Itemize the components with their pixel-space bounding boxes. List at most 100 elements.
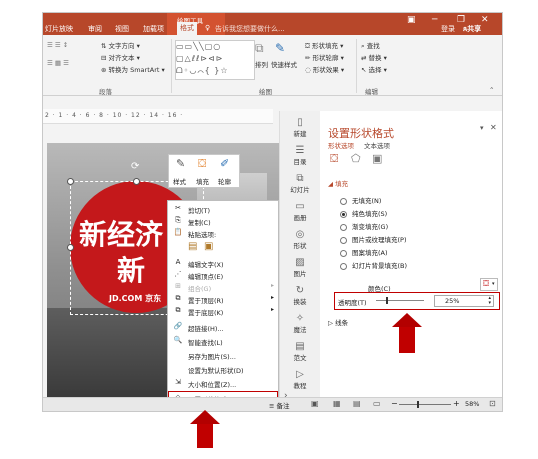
login-link[interactable]: 登录: [441, 24, 455, 34]
menu-item-edit-points[interactable]: ⋰ 编辑顶点(E): [168, 269, 278, 281]
line-section-header[interactable]: ▷ 线条: [328, 317, 348, 327]
notes-icon: ≡: [269, 402, 277, 410]
shape-fill-button[interactable]: ⛋ 形状填充 ▾: [305, 40, 343, 51]
shapes-gallery[interactable]: ▭▭╲╲▢○ ▢△ℓℓ⊳⊲⊳ ᗝ◦◡⌒{ }☆: [175, 40, 255, 80]
tab-format[interactable]: 格式: [177, 22, 197, 36]
group-drawing-label: 绘图: [259, 88, 272, 96]
reading-view-icon[interactable]: ▤: [353, 399, 361, 408]
menu-item-send-to-back[interactable]: ⧉ 置于底层(K) ▸: [168, 305, 278, 317]
paste-picture-icon[interactable]: ▣: [204, 241, 213, 252]
nav-tutorial[interactable]: ▷ 教程: [280, 369, 320, 390]
nav-slides[interactable]: ⧉ 幻灯片: [280, 173, 320, 194]
sorter-view-icon[interactable]: ▦: [333, 399, 341, 408]
nav-pictures[interactable]: ▨ 图片: [280, 257, 320, 278]
shape-outline-button[interactable]: ✏ 形状轮廓 ▾: [305, 52, 344, 62]
pane-options-icon[interactable]: ▾: [480, 124, 484, 132]
zoom-out-icon[interactable]: −: [391, 399, 398, 408]
submenu-arrow-icon: ▸: [270, 306, 274, 313]
convert-smartart-button[interactable]: ⊛ 转换为 SmartArt ▾: [101, 64, 165, 74]
fill-option-background[interactable]: 幻灯片背景填充(B): [340, 260, 407, 270]
tab-slideshow[interactable]: 灯片放映: [45, 24, 73, 34]
resize-handle[interactable]: [133, 178, 140, 185]
rotate-handle-icon[interactable]: ⟳: [131, 161, 139, 172]
fill-option-gradient[interactable]: 渐变填充(G): [340, 221, 388, 231]
scissors-icon: ✂: [175, 204, 181, 212]
effect-icon: ◌: [305, 66, 313, 74]
paste-keep-icon[interactable]: ▤: [188, 241, 197, 252]
menu-item-bring-to-front[interactable]: ⧉ 置于顶层(R) ▸: [168, 293, 278, 305]
menu-item-copy[interactable]: ⎘ 复制(C): [168, 215, 278, 227]
zoom-in-icon[interactable]: +: [453, 399, 460, 408]
group-icon: ⊞: [175, 282, 181, 290]
tab-addins[interactable]: 加载项: [143, 24, 164, 34]
share-button[interactable]: ጸ共享: [463, 24, 481, 34]
menu-item-edit-text[interactable]: A 编辑文字(X): [168, 257, 278, 269]
tab-view[interactable]: 视图: [115, 24, 129, 34]
shape-effect-button[interactable]: ◌ 形状效果 ▾: [305, 64, 344, 74]
transparency-input[interactable]: 25% ▴ ▾: [434, 295, 494, 307]
spinner-icon[interactable]: ▴ ▾: [488, 296, 491, 306]
nav-shapes[interactable]: ◎ 形状: [280, 229, 320, 250]
tell-me-search[interactable]: 告诉我您想要做什么...: [215, 24, 285, 34]
fit-slide-icon[interactable]: ⊡: [489, 399, 496, 408]
select-button[interactable]: ↖ 选择 ▾: [361, 64, 387, 74]
find-button[interactable]: ⌕ 查找: [361, 40, 380, 51]
menu-item-cut[interactable]: ✂ 剪切(T): [168, 203, 278, 215]
notes-button[interactable]: ≡ 备注: [269, 400, 290, 410]
zoom-level[interactable]: 58%: [465, 400, 479, 408]
normal-view-icon[interactable]: ▣: [311, 399, 319, 408]
menu-item-group[interactable]: ⊞ 组合(G) ▸: [168, 281, 278, 293]
color-picker-button[interactable]: ⛋ ▾: [480, 278, 498, 291]
outline-icon[interactable]: ✐: [220, 157, 229, 170]
fill-option-picture[interactable]: 图片或纹理填充(P): [340, 234, 407, 244]
menu-item-hyperlink[interactable]: 🔗 超链接(H)...: [168, 321, 278, 333]
align-text-button[interactable]: ⊟ 对齐文本 ▾: [101, 52, 140, 62]
menu-item-set-default-shape[interactable]: 设置为默认形状(D): [168, 363, 278, 375]
resize-handle[interactable]: [67, 178, 74, 185]
fill-section-header[interactable]: ◢ 填充: [328, 178, 348, 188]
fill-line-icon[interactable]: ⛋: [330, 152, 338, 166]
fill-option-none[interactable]: 无填充(N): [340, 195, 381, 205]
zoom-slider-thumb[interactable]: [417, 401, 419, 408]
edit-text-icon: A: [175, 258, 181, 266]
close-pane-icon[interactable]: ✕: [490, 123, 497, 132]
menu-item-size-position[interactable]: ⇲ 大小和位置(Z)...: [168, 377, 278, 389]
nav-new[interactable]: ▯ 新建: [280, 117, 320, 138]
minimize-icon[interactable]: ─: [432, 15, 437, 25]
fill-icon[interactable]: ⛋: [198, 157, 206, 171]
transparency-slider-thumb[interactable]: [386, 297, 388, 304]
quick-styles-button[interactable]: 快速样式: [271, 59, 297, 69]
clipboard-icon: 📋: [173, 228, 183, 236]
ribbon-display-icon[interactable]: ▣: [407, 15, 416, 25]
nav-album[interactable]: ▭ 画册: [280, 201, 320, 222]
list-icon[interactable]: ☰ ☰ ↕: [47, 41, 68, 49]
fill-option-solid[interactable]: 纯色填充(S): [340, 208, 387, 218]
collapse-ribbon-icon[interactable]: ⌃: [489, 86, 494, 94]
tab-text-options[interactable]: 文本选项: [364, 140, 390, 150]
nav-magic[interactable]: ✧ 魔法: [280, 313, 320, 334]
text-direction-button[interactable]: ⇅ 文字方向 ▾: [101, 40, 140, 50]
arrange-button[interactable]: 排列: [255, 59, 268, 69]
slideshow-view-icon[interactable]: ▭: [373, 399, 381, 408]
smart-lookup-icon: 🔍: [173, 336, 183, 344]
fill-option-pattern[interactable]: 图案填充(A): [340, 247, 388, 257]
menu-item-smart-lookup[interactable]: 🔍 智能查找(L): [168, 335, 278, 347]
ribbon-separator: [171, 39, 172, 93]
arrow-head-icon: [392, 313, 422, 327]
nav-outfit[interactable]: ↻ 换装: [280, 285, 320, 306]
powerpoint-window: 绘图工具 灯片放映 审阅 视图 加载项 格式 ♀ 告诉我您想要做什么... ▣ …: [42, 12, 503, 412]
nav-templates[interactable]: ▤ 范文: [280, 341, 320, 362]
transparency-slider-track[interactable]: [376, 300, 424, 301]
nav-toc[interactable]: ☰ 目录: [280, 145, 320, 166]
replace-button[interactable]: ⇄ 替换 ▾: [361, 52, 387, 62]
menu-item-save-as-picture[interactable]: 另存为图片(S)...: [168, 349, 278, 361]
zoom-slider[interactable]: [399, 404, 451, 405]
align-icon[interactable]: ☰ ▦ ☰: [47, 59, 69, 67]
close-icon[interactable]: ✕: [481, 15, 489, 25]
resize-handle[interactable]: [67, 244, 74, 251]
tab-review[interactable]: 审阅: [88, 24, 102, 34]
size-properties-icon[interactable]: ▣: [372, 152, 382, 165]
style-icon[interactable]: ✎: [176, 157, 185, 170]
effects-icon[interactable]: ⬠: [351, 152, 361, 165]
tab-shape-options[interactable]: 形状选项: [328, 140, 354, 150]
